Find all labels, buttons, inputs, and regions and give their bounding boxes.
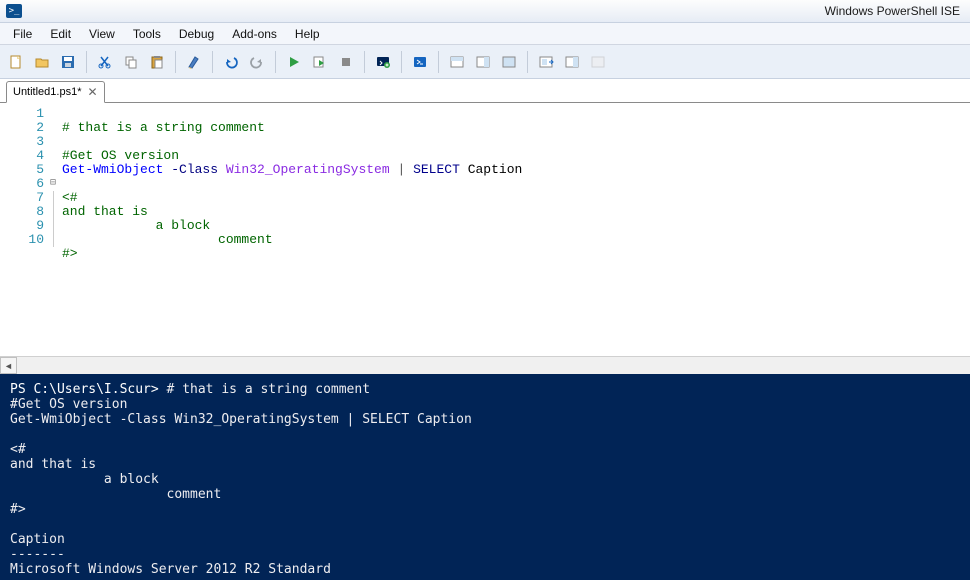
- code-line: # that is a string comment: [62, 120, 265, 135]
- clear-button[interactable]: [182, 50, 206, 74]
- menu-tools[interactable]: Tools: [124, 25, 170, 43]
- code-line: <#: [62, 190, 78, 205]
- horizontal-scrollbar[interactable]: ◄: [0, 356, 970, 374]
- copy-button[interactable]: [119, 50, 143, 74]
- file-tab-strip: Untitled1.ps1* ✕: [0, 79, 970, 103]
- menu-help[interactable]: Help: [286, 25, 329, 43]
- new-file-button[interactable]: [4, 50, 28, 74]
- stop-button[interactable]: [334, 50, 358, 74]
- title-bar: >_ Windows PowerShell ISE: [0, 0, 970, 23]
- file-tab-label: Untitled1.ps1*: [13, 86, 82, 98]
- close-tab-icon[interactable]: ✕: [88, 85, 98, 99]
- menu-edit[interactable]: Edit: [41, 25, 80, 43]
- fold-column: ⊟: [50, 103, 62, 356]
- run-button[interactable]: [282, 50, 306, 74]
- new-remote-tab-button[interactable]: [371, 50, 395, 74]
- toolbar-separator: [275, 51, 276, 73]
- show-toolbar-button[interactable]: [586, 50, 610, 74]
- code-line: #Get OS version: [62, 148, 179, 163]
- script-editor[interactable]: 123 456 789 10 ⊟ # that is a string comm…: [0, 103, 970, 356]
- toolbar-separator: [212, 51, 213, 73]
- toolbar: [0, 45, 970, 79]
- cut-button[interactable]: [93, 50, 117, 74]
- powershell-icon: >_: [6, 4, 22, 18]
- save-button[interactable]: [56, 50, 80, 74]
- menu-file[interactable]: File: [4, 25, 41, 43]
- code-line: comment: [62, 232, 273, 247]
- redo-button[interactable]: [245, 50, 269, 74]
- toolbar-separator: [364, 51, 365, 73]
- toolbar-separator: [527, 51, 528, 73]
- layout-script-max-button[interactable]: [497, 50, 521, 74]
- code-line: and that is: [62, 204, 148, 219]
- paste-button[interactable]: [145, 50, 169, 74]
- scroll-left-icon[interactable]: ◄: [0, 357, 17, 374]
- toolbar-separator: [401, 51, 402, 73]
- code-area[interactable]: # that is a string comment #Get OS versi…: [62, 103, 970, 356]
- start-powershell-button[interactable]: [408, 50, 432, 74]
- console-output: #Get OS version Get-WmiObject -Class Win…: [10, 397, 472, 577]
- console-pane[interactable]: PS C:\Users\I.Scur> # that is a string c…: [0, 374, 970, 580]
- menu-view[interactable]: View: [80, 25, 124, 43]
- file-tab[interactable]: Untitled1.ps1* ✕: [6, 81, 105, 103]
- fold-toggle-icon[interactable]: ⊟: [50, 177, 62, 191]
- menu-bar: File Edit View Tools Debug Add-ons Help: [0, 23, 970, 45]
- layout-script-top-button[interactable]: [445, 50, 469, 74]
- menu-addons[interactable]: Add-ons: [223, 25, 286, 43]
- code-line: Get-WmiObject -Class Win32_OperatingSyst…: [62, 162, 522, 177]
- console-command: # that is a string comment: [167, 382, 371, 397]
- console-prompt: PS C:\Users\I.Scur>: [10, 382, 167, 397]
- run-selection-button[interactable]: [308, 50, 332, 74]
- show-command-addon-button[interactable]: [560, 50, 584, 74]
- toolbar-separator: [175, 51, 176, 73]
- toolbar-separator: [438, 51, 439, 73]
- show-command-window-button[interactable]: [534, 50, 558, 74]
- menu-debug[interactable]: Debug: [170, 25, 223, 43]
- code-line: a block: [62, 218, 210, 233]
- layout-script-right-button[interactable]: [471, 50, 495, 74]
- window-title: Windows PowerShell ISE: [825, 4, 964, 18]
- open-file-button[interactable]: [30, 50, 54, 74]
- line-number-gutter: 123 456 789 10: [0, 103, 50, 356]
- undo-button[interactable]: [219, 50, 243, 74]
- code-line: #>: [62, 246, 78, 261]
- toolbar-separator: [86, 51, 87, 73]
